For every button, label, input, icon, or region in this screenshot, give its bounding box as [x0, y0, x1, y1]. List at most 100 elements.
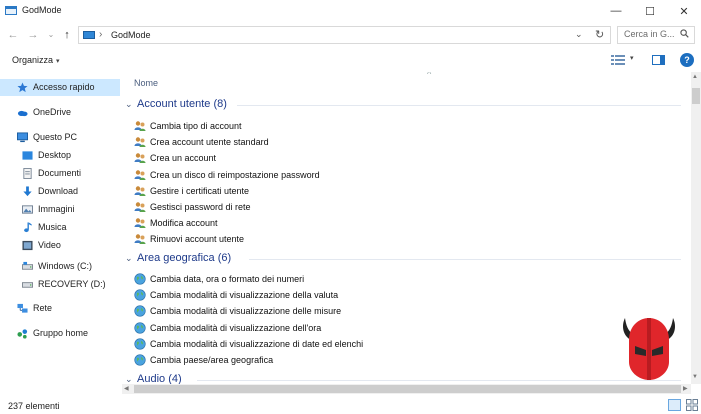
minimize-button[interactable]: — [599, 0, 633, 22]
pictures-icon [22, 205, 33, 214]
user-accounts-icon [134, 218, 146, 229]
collapse-chevron-icon[interactable]: ⌄ [125, 374, 133, 384]
recent-locations-button[interactable]: ⌄ [44, 28, 58, 42]
sort-ascending-icon: ^ [427, 72, 432, 79]
view-options-icon[interactable] [611, 54, 625, 66]
list-item[interactable]: Cambia modalità di visualizzazione della… [134, 287, 534, 303]
list-item-label: Cambia tipo di account [150, 121, 242, 131]
group-divider [197, 380, 681, 381]
sidebar-item-onedrive[interactable]: OneDrive [0, 104, 120, 121]
collapse-chevron-icon[interactable]: ⌄ [125, 253, 133, 264]
scroll-down-icon[interactable]: ▼ [692, 374, 698, 380]
sidebar-item-label: Immagini [38, 204, 75, 214]
help-button[interactable]: ? [680, 53, 694, 67]
list-item[interactable]: Gestire i certificati utente [134, 183, 534, 199]
region-globe-icon [134, 321, 146, 334]
sidebar-item-musica[interactable]: Musica [0, 219, 120, 236]
collapse-chevron-icon[interactable]: ⌄ [125, 99, 133, 110]
sidebar-item-label: Musica [38, 222, 67, 232]
scroll-left-icon[interactable]: ◀ [124, 385, 129, 392]
sidebar-item-download[interactable]: Download [0, 183, 120, 200]
group-divider [237, 105, 681, 106]
group-title: Audio (4) [137, 373, 182, 384]
refresh-button[interactable]: ↻ [595, 28, 604, 41]
drive-icon [22, 261, 33, 270]
cloud-icon [17, 110, 28, 117]
homegroup-icon [17, 329, 28, 339]
list-item[interactable]: Cambia paese/area geografica [134, 352, 534, 368]
group-header-area-geografica[interactable]: ⌄ Area geografica (6) [125, 251, 685, 267]
sidebar-item-immagini[interactable]: Immagini [0, 201, 120, 218]
group-title: Area geografica (6) [137, 252, 232, 264]
large-icons-view-icon[interactable] [686, 399, 698, 411]
vertical-scroll-thumb[interactable] [692, 88, 700, 104]
sidebar-item-accesso-rapido[interactable]: Accesso rapido [0, 79, 120, 96]
region-globe-icon [134, 354, 146, 366]
computer-icon [17, 132, 28, 143]
search-box[interactable] [617, 26, 695, 44]
sidebar-item-documenti[interactable]: Documenti [0, 165, 120, 182]
details-view-icon[interactable] [668, 399, 681, 411]
scroll-right-icon[interactable]: ▶ [683, 385, 688, 392]
download-icon [23, 186, 32, 197]
list-item[interactable]: Cambia data, ora o formato dei numeri [134, 271, 534, 287]
back-button[interactable]: ← [6, 28, 20, 42]
folder-window-icon [5, 6, 17, 15]
list-item[interactable]: Crea account utente standard [134, 134, 534, 150]
sidebar-item-windows-c[interactable]: Windows (C:) [0, 258, 120, 275]
sidebar-item-video[interactable]: Video [0, 237, 120, 254]
horizontal-scroll-thumb[interactable] [134, 385, 681, 393]
list-item[interactable]: Crea un disco di reimpostazione password [134, 167, 534, 183]
list-item-label: Cambia modalità di visualizzazione delle… [150, 306, 342, 317]
vertical-scrollbar[interactable]: ▲ ▼ [691, 72, 701, 384]
sidebar-item-rete[interactable]: Rete [0, 300, 120, 317]
user-accounts-icon [134, 169, 146, 180]
user-accounts-icon [134, 153, 146, 164]
address-dropdown-button[interactable]: ⌄ [575, 29, 583, 40]
list-item-label: Cambia modalità di visualizzazione dell'… [150, 322, 322, 333]
search-icon[interactable] [680, 29, 689, 38]
list-item-label: Modifica account [150, 218, 218, 229]
navigation-pane: Accesso rapido OneDrive Questo PC Deskto… [0, 75, 120, 393]
forward-button[interactable]: → [26, 28, 40, 42]
list-item[interactable]: Cambia modalità di visualizzazione di da… [134, 336, 534, 352]
list-item[interactable]: Gestisci password di rete [134, 199, 534, 215]
close-button[interactable]: ✕ [667, 0, 701, 22]
region-globe-icon [134, 305, 146, 317]
up-button[interactable]: ↑ [60, 28, 74, 42]
list-item-label: Cambia modalità di visualizzazione della… [150, 290, 339, 301]
music-icon [24, 222, 32, 233]
list-item-label: Crea account utente standard [150, 137, 269, 148]
breadcrumb-godmode[interactable]: GodMode [111, 30, 151, 40]
list-item[interactable]: Cambia modalità di visualizzazione delle… [134, 303, 534, 319]
list-item-label: Gestisci password di rete [150, 202, 251, 212]
list-item[interactable]: Crea un account [134, 150, 534, 166]
sidebar-item-desktop[interactable]: Desktop [0, 147, 120, 164]
column-header-nome[interactable]: Nome [134, 78, 158, 88]
list-item[interactable]: Cambia tipo di account [134, 118, 534, 134]
scroll-up-icon[interactable]: ▲ [692, 74, 698, 80]
preview-pane-icon[interactable] [652, 55, 665, 65]
address-bar[interactable]: › GodMode ⌄ ↻ [78, 26, 611, 44]
list-item[interactable]: Modifica account [134, 215, 534, 231]
sidebar-item-recovery-d[interactable]: RECOVERY (D:) [0, 276, 120, 293]
search-input[interactable] [624, 29, 676, 39]
item-count: 237 elementi [8, 401, 60, 411]
list-item[interactable]: Cambia modalità di visualizzazione dell'… [134, 320, 534, 336]
sidebar-item-questo-pc[interactable]: Questo PC [0, 129, 120, 146]
list-item-label: Cambia paese/area geografica [150, 355, 274, 365]
status-bar: 237 elementi [0, 396, 701, 414]
group-header-account-utente[interactable]: ⌄ Account utente (8) [125, 97, 685, 113]
horned-helmet-logo [623, 318, 675, 380]
group-title: Account utente (8) [137, 98, 227, 110]
video-icon [22, 240, 33, 251]
horizontal-scrollbar[interactable]: ◀ ▶ [122, 384, 691, 394]
organize-menu-button[interactable]: Organizza ▾ [12, 55, 60, 65]
list-item[interactable]: Rimuovi account utente [134, 231, 534, 247]
sidebar-item-gruppo-home[interactable]: Gruppo home [0, 325, 120, 342]
list-item-label: Crea un disco di reimpostazione password [150, 169, 320, 180]
maximize-button[interactable]: ☐ [633, 0, 667, 22]
view-options-chevron-icon[interactable]: ▾ [630, 54, 634, 62]
group-header-audio[interactable]: ⌄ Audio (4) [125, 372, 685, 384]
navigation-bar: ← → ⌄ ↑ › GodMode ⌄ ↻ [0, 22, 701, 48]
